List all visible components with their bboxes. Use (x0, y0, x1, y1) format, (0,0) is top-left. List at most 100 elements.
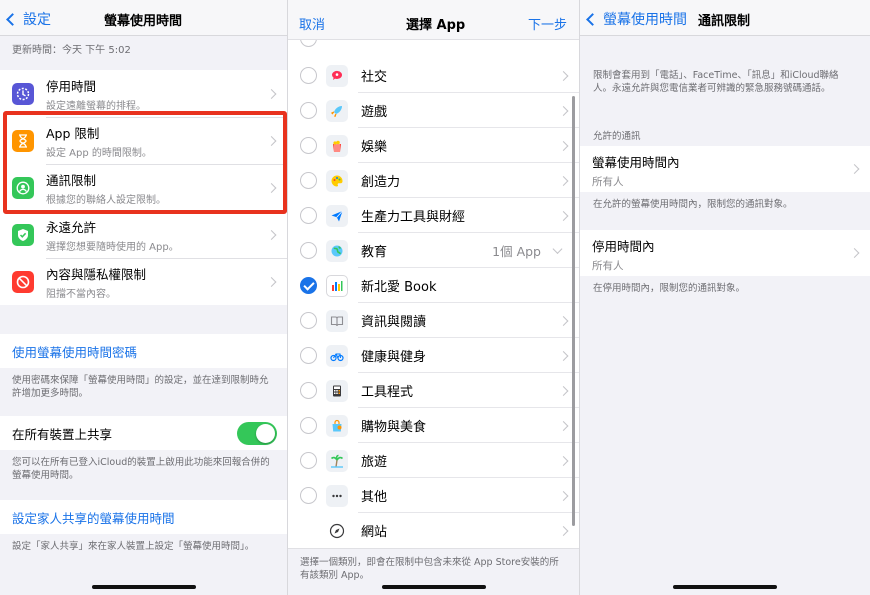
passcode-note: 使用密碼來保障「螢幕使用時間」的設定，並在達到限制時允許增加更多時間。 (12, 375, 269, 399)
downtime-title: 停用時間 (46, 78, 97, 94)
footer-note: 選擇一個類別，即會在限制中包含未來從 App Store安裝的所有該類別 App… (300, 557, 559, 581)
category-label: 創造力 (361, 175, 401, 190)
during-screen-time-note: 在允許的螢幕使用時間內，限制您的通訊對象。 (593, 199, 793, 210)
cell-value: 所有人 (592, 176, 624, 188)
radio-circle[interactable] (300, 417, 317, 434)
chevron-right-icon (558, 525, 569, 536)
radio-circle[interactable] (300, 242, 317, 259)
content-privacy-row[interactable]: 內容與隱私權限制 阻擋不當內容。 (0, 258, 287, 305)
category-label: 健康與健身 (361, 350, 427, 365)
radio-circle[interactable] (300, 207, 317, 224)
scrollbar[interactable] (572, 96, 575, 526)
home-indicator (91, 585, 196, 589)
radio-circle[interactable] (300, 312, 317, 329)
bicycle-icon (326, 344, 348, 367)
screen-time-panel: 設定 螢幕使用時間 更新時間：今天 下午 5:02 停用時間 設定遠離螢幕的排程… (0, 0, 287, 595)
rocket-icon (326, 99, 348, 122)
category-row-travel[interactable]: 旅遊 (288, 443, 579, 478)
downtime-row[interactable]: 停用時間 設定遠離螢幕的排程。 (0, 70, 287, 117)
category-row-shopping[interactable]: 購物與美食 (288, 408, 579, 443)
checked-radio[interactable] (300, 277, 317, 294)
category-label: 其他 (361, 490, 388, 505)
shopping-bag-icon (326, 414, 348, 437)
cell-value: 所有人 (592, 260, 624, 272)
always-allowed-subtitle: 選擇您想要隨時使用的 App。 (46, 241, 179, 253)
always-allowed-row[interactable]: 永遠允許 選擇您想要隨時使用的 App。 (0, 211, 287, 258)
share-across-devices-row: 在所有裝置上共享 (0, 416, 287, 450)
family-sharing-link[interactable]: 設定家人共享的螢幕使用時間 (0, 500, 287, 534)
category-row-reading[interactable]: 資訊與閱讀 (288, 303, 579, 338)
radio-circle[interactable] (300, 382, 317, 399)
category-row-social[interactable]: 社交 (288, 58, 579, 93)
category-row-entertainment[interactable]: 娛樂 (288, 128, 579, 163)
palette-icon (326, 169, 348, 192)
category-label: 娛樂 (361, 140, 388, 155)
back-label: 設定 (23, 12, 51, 28)
updated-time: 更新時間：今天 下午 5:02 (12, 45, 131, 56)
navigation-bar: 取消 選擇 App 下一步 (288, 0, 579, 40)
chevron-right-icon (558, 385, 569, 396)
radio-circle (300, 40, 317, 47)
page-title: 螢幕使用時間 (104, 14, 183, 29)
popcorn-icon (326, 134, 348, 157)
palm-tree-icon (326, 449, 348, 472)
intro-note: 限制會套用到「電話」、FaceTime、「訊息」和iCloud聯絡人。永遠允許與… (593, 70, 839, 94)
chevron-right-icon (558, 455, 569, 466)
chevron-down-icon (552, 244, 563, 255)
back-to-settings-button[interactable]: 設定 (6, 9, 51, 29)
radio-circle[interactable] (300, 67, 317, 84)
chevron-left-icon (586, 13, 599, 26)
category-row-games[interactable]: 遊戲 (288, 93, 579, 128)
category-label: 社交 (361, 70, 388, 85)
category-row-websites[interactable]: 網站 (288, 513, 579, 548)
compass-icon (326, 520, 348, 542)
app-label: 新北愛 Book (361, 280, 437, 295)
chevron-right-icon (266, 276, 277, 287)
cancel-button[interactable]: 取消 (299, 14, 325, 33)
radio-circle[interactable] (300, 137, 317, 154)
category-row-education[interactable]: 教育 1個 App (288, 233, 579, 268)
back-to-screen-time-button[interactable]: 螢幕使用時間 (586, 9, 687, 29)
during-downtime-row[interactable]: 停用時間內 所有人 (580, 230, 870, 276)
cell-title: 螢幕使用時間內 (592, 155, 680, 170)
radio-circle[interactable] (300, 172, 317, 189)
open-book-icon (326, 309, 348, 332)
category-label: 資訊與閱讀 (361, 315, 427, 330)
category-row-creativity[interactable]: 創造力 (288, 163, 579, 198)
category-label: 工具程式 (361, 385, 414, 400)
category-row-health[interactable]: 健康與健身 (288, 338, 579, 373)
radio-circle[interactable] (300, 102, 317, 119)
always-allowed-title: 永遠允許 (46, 219, 97, 235)
paperplane-icon (326, 204, 348, 227)
during-downtime-note: 在停用時間內，限制您的通訊對象。 (593, 283, 746, 294)
share-label: 在所有裝置上共享 (12, 426, 113, 442)
chevron-right-icon (558, 140, 569, 151)
share-toggle[interactable] (237, 422, 277, 445)
chevron-right-icon (558, 420, 569, 431)
radio-circle[interactable] (300, 487, 317, 504)
chevron-right-icon (266, 88, 277, 99)
category-row-utilities[interactable]: 工具程式 (288, 373, 579, 408)
radio-circle[interactable] (300, 347, 317, 364)
book-app-icon (326, 274, 348, 297)
passcode-link[interactable]: 使用螢幕使用時間密碼 (0, 334, 287, 368)
radio-circle[interactable] (300, 452, 317, 469)
checkmark-shield-icon (12, 223, 34, 246)
category-row-productivity[interactable]: 生產力工具與財經 (288, 198, 579, 233)
home-indicator (381, 585, 486, 589)
category-label: 生產力工具與財經 (361, 210, 466, 225)
chevron-right-icon (558, 315, 569, 326)
app-row-book[interactable]: 新北愛 Book (288, 268, 579, 303)
next-button[interactable]: 下一步 (528, 14, 567, 33)
choose-app-panel: 取消 選擇 App 下一步 社交 遊戲 娛樂 創造力 生產力工具與財經 教育 1… (287, 0, 580, 595)
communication-limits-panel: 螢幕使用時間 通訊限制 限制會套用到「電話」、FaceTime、「訊息」和iCl… (580, 0, 870, 595)
downtime-subtitle: 設定遠離螢幕的排程。 (46, 100, 146, 112)
category-row-other[interactable]: 其他 (288, 478, 579, 513)
page-title: 通訊限制 (698, 14, 751, 29)
home-indicator (673, 585, 777, 589)
category-label: 遊戲 (361, 105, 388, 120)
during-screen-time-row[interactable]: 螢幕使用時間內 所有人 (580, 146, 870, 192)
chevron-right-icon (558, 105, 569, 116)
downtime-icon (12, 82, 34, 105)
content-privacy-title: 內容與隱私權限制 (46, 266, 147, 282)
